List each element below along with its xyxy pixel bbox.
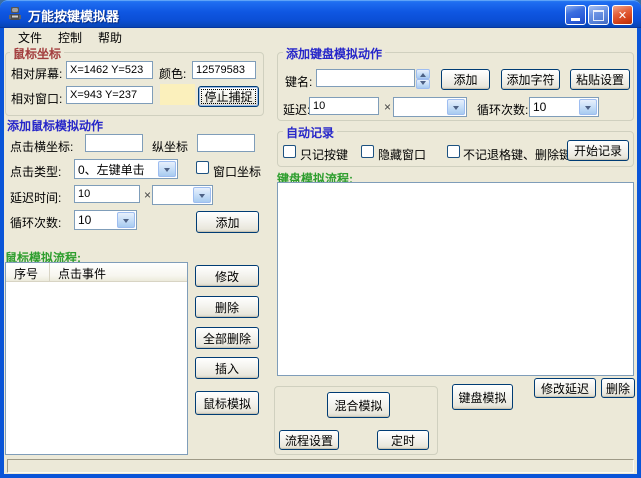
chevron-down-icon[interactable] [447,99,465,115]
kb-delay-input[interactable] [309,97,379,115]
add-char-button[interactable]: 添加字符 [501,69,560,90]
delete-all-button[interactable]: 全部删除 [195,327,259,349]
column-click-event: 点击事件 [50,263,187,281]
chevron-down-icon[interactable] [158,161,176,177]
maximize-icon [593,10,604,21]
hide-window-checkbox[interactable] [361,145,374,158]
color-swatch [160,84,195,105]
no-backspace-checkbox[interactable] [447,145,460,158]
click-y-label: 纵坐标 [152,138,188,155]
kb-loop-label: 循环次数: [477,101,528,118]
close-button[interactable] [612,5,633,25]
key-name-stepper[interactable] [416,69,430,87]
add-key-button[interactable]: 添加 [441,69,490,90]
app-icon [7,6,23,22]
timer-button[interactable]: 定时 [377,430,429,450]
keys-only-label: 只记按键 [300,146,348,163]
click-y-input[interactable] [197,134,255,152]
click-x-label: 点击横坐标: [10,138,73,155]
mouse-loop-value: 10 [75,213,116,227]
no-backspace-label: 不记退格键、删除键 [463,146,571,163]
chevron-down-icon[interactable] [117,212,135,228]
mouse-flow-list[interactable]: 序号 点击事件 [5,262,188,455]
insert-button[interactable]: 插入 [195,357,259,379]
window-coord-label: 窗口坐标 [213,163,261,180]
column-index: 序号 [6,263,50,281]
flow-settings-button[interactable]: 流程设置 [279,430,339,450]
kb-delete-button[interactable]: 删除 [601,378,635,398]
window-coord-checkbox[interactable] [196,161,209,174]
close-icon [613,6,632,24]
click-x-input[interactable] [85,134,143,152]
kb-delay-label: 延迟: [283,101,310,118]
keyboard-simulate-button[interactable]: 键盘模拟 [452,384,513,410]
mixed-simulate-button[interactable]: 混合模拟 [327,392,390,418]
title-bar[interactable]: 万能按键模拟器 [0,0,641,28]
app-window: 万能按键模拟器 文件 控制 帮助 鼠标坐标 相对屏幕: 颜色: 相对窗口: 停止… [0,0,641,478]
mouse-flow-list-header: 序号 点击事件 [6,263,187,282]
click-type-label: 点击类型: [10,163,61,180]
mouse-loop-label: 循环次数: [10,214,61,231]
kb-loop-select[interactable]: 10 [529,97,599,117]
kb-delay-unit-select[interactable] [393,97,467,117]
modify-delay-button[interactable]: 修改延迟 [534,378,596,398]
chevron-down-icon[interactable] [193,187,211,203]
mouse-flow-list-body[interactable] [6,282,187,454]
chevron-up-icon[interactable] [416,69,430,79]
maximize-button[interactable] [588,5,609,25]
mouse-coords-title: 鼠标坐标 [10,45,64,62]
minimize-icon [571,18,580,21]
rel-screen-label: 相对屏幕: [11,65,62,82]
keys-only-checkbox[interactable] [283,145,296,158]
mouse-delay-label: 延迟时间: [10,189,61,206]
multiply-sign: × [384,100,391,114]
rel-window-label: 相对窗口: [11,90,62,107]
rel-screen-input[interactable] [66,61,153,79]
rel-window-input[interactable] [66,86,153,104]
mouse-delay-input[interactable] [74,185,140,203]
key-name-label: 键名: [285,73,312,90]
kb-loop-value: 10 [530,100,578,114]
hide-window-label: 隐藏窗口 [378,146,426,163]
click-type-select[interactable]: 0、左键单击 [74,159,178,179]
delete-button[interactable]: 删除 [195,296,259,318]
auto-record-title: 自动记录 [283,124,337,141]
color-label: 颜色: [159,65,186,82]
modify-button[interactable]: 修改 [195,265,259,287]
mouse-delay-unit-select[interactable] [152,185,213,205]
mouse-loop-select[interactable]: 10 [74,210,137,230]
status-bar [7,459,634,473]
click-type-value: 0、左键单击 [75,161,157,178]
key-name-input[interactable] [316,69,415,87]
chevron-down-icon[interactable] [579,99,597,115]
add-keyboard-title: 添加键盘模拟动作 [283,45,385,62]
color-value-input[interactable] [192,61,256,79]
minimize-button[interactable] [565,5,586,25]
chevron-down-icon[interactable] [416,79,430,89]
multiply-sign: × [144,188,151,202]
start-record-button[interactable]: 开始记录 [567,140,629,161]
window-title: 万能按键模拟器 [28,6,119,25]
stop-capture-button[interactable]: 停止捕捉 [198,86,259,107]
add-mouse-title: 添加鼠标模拟动作 [7,117,103,134]
keyboard-flow-area[interactable] [277,182,634,376]
menu-help[interactable]: 帮助 [90,28,130,47]
add-mouse-action-button[interactable]: 添加 [196,211,259,233]
paste-settings-button[interactable]: 粘贴设置 [570,69,630,90]
mouse-simulate-button[interactable]: 鼠标模拟 [195,391,259,415]
